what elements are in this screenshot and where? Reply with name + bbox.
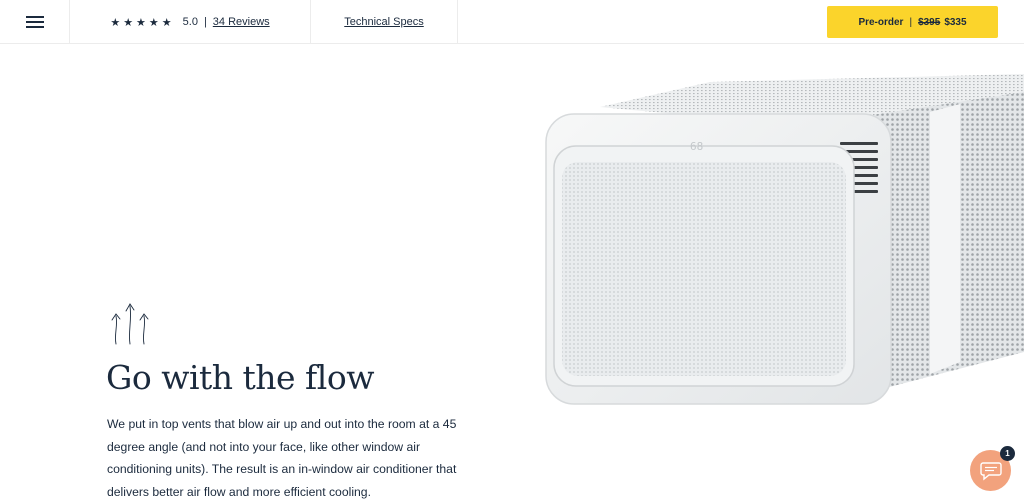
- top-navigation-bar: ★★★★★ 5.0 | 34 Reviews Technical Specs P…: [0, 0, 1024, 44]
- rating-score: 5.0: [182, 16, 198, 28]
- reviews-link[interactable]: 34 Reviews: [213, 16, 270, 28]
- temperature-display: 68: [690, 140, 703, 153]
- hamburger-line: [26, 26, 44, 28]
- hamburger-line: [26, 16, 44, 18]
- technical-specs-link[interactable]: Technical Specs: [311, 0, 458, 44]
- section-body-text: We put in top vents that blow air up and…: [107, 417, 457, 499]
- air-conditioner-product-image: 68: [545, 74, 1024, 405]
- hamburger-menu-button[interactable]: [0, 0, 70, 44]
- preorder-button[interactable]: Pre-order | $395 $335: [827, 6, 998, 38]
- rating-summary: ★★★★★ 5.0 | 34 Reviews: [70, 0, 311, 44]
- airflow-arrows-icon: [111, 303, 149, 345]
- chat-notification-badge: 1: [1000, 446, 1015, 461]
- section-headline: Go with the flow: [106, 358, 374, 397]
- rating-separator: |: [203, 16, 207, 28]
- star-rating-icon: ★★★★★: [110, 16, 175, 29]
- preorder-separator: |: [909, 16, 913, 28]
- preorder-label: Pre-order: [858, 16, 904, 28]
- old-price: $395: [918, 16, 941, 28]
- chat-bubble-icon: [979, 461, 1002, 480]
- hamburger-line: [26, 21, 44, 23]
- new-price: $335: [944, 16, 967, 28]
